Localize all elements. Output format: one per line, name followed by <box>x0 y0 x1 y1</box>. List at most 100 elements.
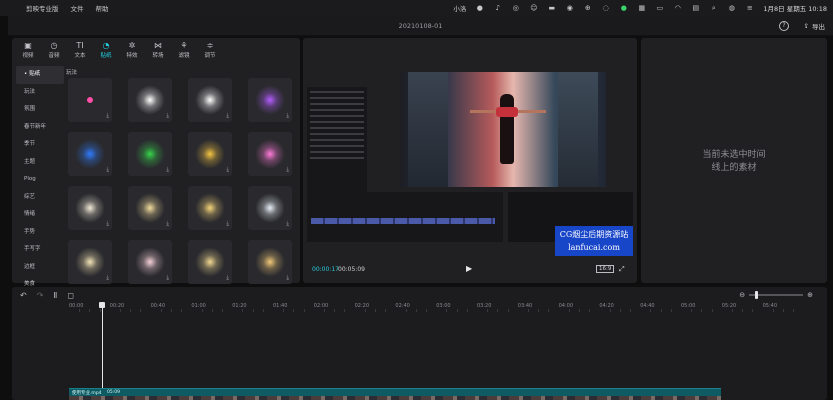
download-icon[interactable]: ⤓ <box>226 220 229 228</box>
ruler-tick-label: 03:00 <box>436 303 451 309</box>
menu-file[interactable]: 文件 <box>71 3 84 13</box>
zoom-in-icon[interactable]: ⊕ <box>807 291 813 299</box>
category-item[interactable]: 手势 <box>16 224 64 242</box>
tab-adjust[interactable]: ≑ 调节 <box>200 40 220 59</box>
category-item[interactable]: 季节 <box>16 136 64 154</box>
undo-icon[interactable]: ↶ <box>20 291 27 300</box>
sticker-hearts-purple[interactable]: ⤓ <box>248 78 292 122</box>
qq-icon[interactable]: ● <box>475 4 484 13</box>
category-item[interactable]: 主题 <box>16 154 64 172</box>
download-icon[interactable]: ⤓ <box>286 274 289 282</box>
wechat-icon[interactable]: ◉ <box>565 4 574 13</box>
emoji-icon[interactable]: ☺ <box>529 4 538 13</box>
sticker-hearts-gold[interactable]: ⤓ <box>188 132 232 176</box>
ruler-tick-label: 01:40 <box>273 303 288 309</box>
display-icon[interactable]: ▬ <box>547 4 556 13</box>
sticker-hearts-pink[interactable]: ⤓ <box>248 132 292 176</box>
category-item[interactable]: 手写字 <box>16 241 64 259</box>
download-icon[interactable]: ⤓ <box>286 112 289 120</box>
category-item[interactable]: 边框 <box>16 259 64 277</box>
status-tray: 小洛 ● ♪ ◎ ☺ ▬ ◉ ⊕ ◌ ● ▦ ▭ ◠ ▤ ⌕ ◍ ≡ 1月8日 … <box>453 3 827 14</box>
menu-extra-icon[interactable]: ◎ <box>511 4 520 13</box>
tab-audio[interactable]: ◷ 音频 <box>44 40 64 59</box>
sticker-hearts-white[interactable]: ⤓ <box>188 78 232 122</box>
download-icon[interactable]: ⤓ <box>106 220 109 228</box>
ratio-button[interactable]: 16:9 <box>596 265 615 273</box>
sticker-heart[interactable]: ⤓ <box>68 78 112 122</box>
download-icon[interactable]: ⤓ <box>106 166 109 174</box>
tab-effects[interactable]: ✲ 特效 <box>122 40 142 59</box>
redo-icon[interactable]: ↷ <box>37 291 44 300</box>
tray-user-label[interactable]: 小洛 <box>453 3 466 13</box>
download-icon[interactable]: ⤓ <box>166 274 169 282</box>
sticker-burst-silver[interactable]: ⤓ <box>248 186 292 230</box>
download-icon[interactable]: ⤓ <box>166 112 169 120</box>
compass-icon[interactable]: ⊕ <box>583 4 592 13</box>
green-app-icon[interactable]: ● <box>619 4 628 13</box>
category-item[interactable]: 综艺 <box>16 189 64 207</box>
ruler-tick-mark <box>507 309 509 312</box>
fullscreen-icon[interactable]: ⤢ <box>619 265 625 274</box>
siri-icon[interactable]: ◍ <box>727 4 736 13</box>
video-clip[interactable]: 使用专业.mp4 05:09 <box>69 388 721 400</box>
help-button[interactable]: ? <box>779 21 789 31</box>
category-item[interactable]: 氛围 <box>16 101 64 119</box>
download-icon[interactable]: ⤓ <box>286 166 289 174</box>
ruler-tick-mark <box>548 309 550 312</box>
menubar-clock[interactable]: 1月8日 星期五 10:18 <box>763 3 827 13</box>
search-icon[interactable]: ⌕ <box>709 4 718 13</box>
download-icon[interactable]: ⤓ <box>166 166 169 174</box>
download-icon[interactable]: ⤓ <box>106 112 109 120</box>
download-icon[interactable]: ⤓ <box>286 220 289 228</box>
bell-icon[interactable]: ♪ <box>493 4 502 13</box>
download-icon[interactable]: ⤓ <box>106 274 109 282</box>
sticker-burst-gold[interactable]: ⤓ <box>128 186 172 230</box>
zoom-slider[interactable] <box>749 291 804 299</box>
tab-text[interactable]: TI 文本 <box>70 40 90 59</box>
tab-filter[interactable]: ⚘ 滤镜 <box>174 40 194 59</box>
category-item[interactable]: 情绪 <box>16 206 64 224</box>
export-button[interactable]: ⇪ 导出 <box>804 20 825 32</box>
menu-app-name[interactable]: 剪映专业版 <box>26 3 59 13</box>
sticker-hearts-blue[interactable]: ⤓ <box>68 132 112 176</box>
category-item[interactable]: 春节新年 <box>16 119 64 137</box>
wifi-icon[interactable]: ◠ <box>673 4 682 13</box>
apple-icon[interactable] <box>6 3 16 13</box>
tab-sticker[interactable]: ◔ 贴纸 <box>96 40 116 59</box>
zoom-knob[interactable] <box>755 291 759 299</box>
playhead-handle[interactable] <box>99 302 105 308</box>
chat-icon[interactable]: ◌ <box>601 4 610 13</box>
category-item[interactable]: 贴纸 <box>16 66 64 84</box>
ruler-tick-mark <box>415 309 417 312</box>
control-center-icon[interactable]: ≡ <box>745 4 754 13</box>
playhead[interactable] <box>102 302 103 400</box>
sticker-burst-gold-2[interactable]: ⤓ <box>188 186 232 230</box>
category-item[interactable]: Plog <box>16 171 64 189</box>
sticker-burst-gold-3[interactable]: ⤓ <box>188 240 232 284</box>
sticker-burst-warm[interactable]: ⤓ <box>68 240 112 284</box>
menu-help[interactable]: 帮助 <box>96 3 109 13</box>
category-item[interactable]: 玩法 <box>16 84 64 102</box>
battery-icon[interactable]: ▭ <box>655 4 664 13</box>
input-icon[interactable]: ▤ <box>691 4 700 13</box>
video-icon: ▣ <box>24 41 32 50</box>
play-icon[interactable]: ▶ <box>466 264 472 273</box>
tab-video[interactable]: ▣ 视频 <box>18 40 38 59</box>
time-ruler[interactable]: 00:00 00:20 00:40 01:00 01:20 01:40 02:00 02:20… <box>12 301 827 313</box>
zoom-out-icon[interactable]: ⊖ <box>739 291 745 299</box>
download-icon[interactable]: ⤓ <box>226 112 229 120</box>
sticker-burst-pink[interactable]: ⤓ <box>128 240 172 284</box>
sticker-hearts-green[interactable]: ⤓ <box>128 132 172 176</box>
sticker-burst-amber[interactable]: ⤓ <box>248 240 292 284</box>
split-icon[interactable]: Ⅱ <box>53 291 57 300</box>
sticker-sparkle-white[interactable]: ⤓ <box>128 78 172 122</box>
sticker-burst-white[interactable]: ⤓ <box>68 186 112 230</box>
download-icon[interactable]: ⤓ <box>166 220 169 228</box>
download-icon[interactable]: ⤓ <box>226 166 229 174</box>
download-icon[interactable]: ⤓ <box>226 274 229 282</box>
ruler-tick-mark <box>385 309 387 312</box>
tab-transition[interactable]: ⋈ 转场 <box>148 40 168 59</box>
grid-icon[interactable]: ▦ <box>637 4 646 13</box>
sticker-icon: ◔ <box>102 41 110 50</box>
delete-icon[interactable]: ◻ <box>67 291 74 300</box>
